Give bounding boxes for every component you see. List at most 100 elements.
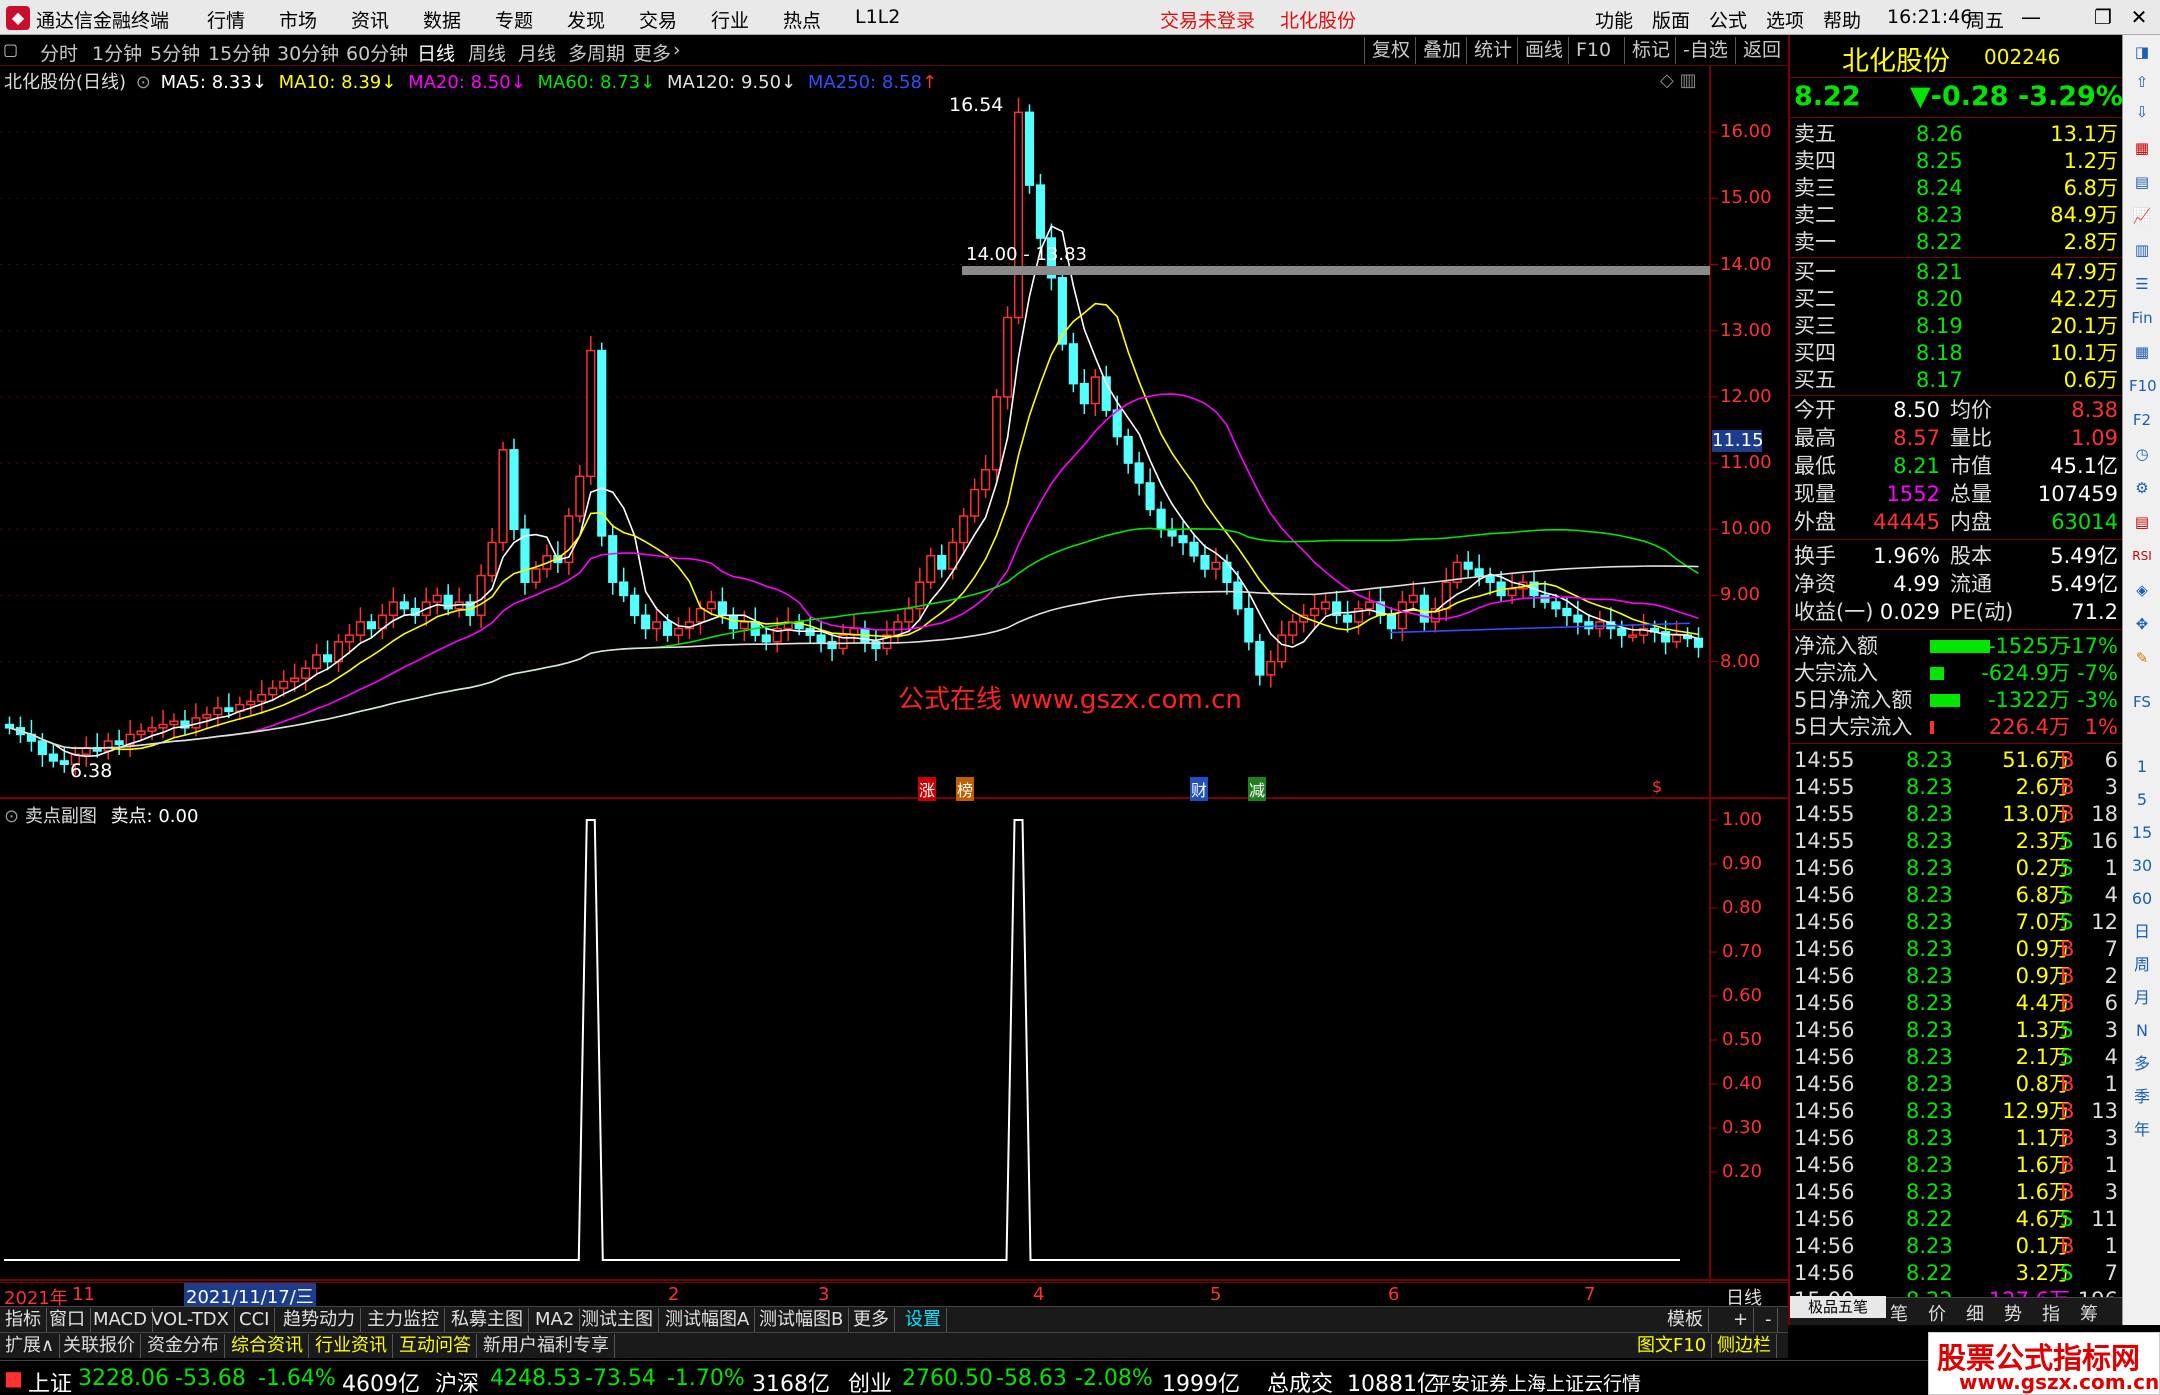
indicator-tab-1[interactable]: 窗口 xyxy=(44,1308,91,1332)
table-icon[interactable]: ▤ xyxy=(2129,169,2155,195)
event-减[interactable]: 减 xyxy=(1248,777,1267,801)
period-icon-年[interactable]: 年 xyxy=(2127,1116,2157,1144)
f2-icon[interactable]: F2 xyxy=(2129,407,2155,433)
period-分时[interactable]: 分时 xyxy=(40,39,78,66)
bid-row[interactable]: 买五 8.17 0.6万 xyxy=(1792,367,2122,394)
period-icon-15[interactable]: 15 xyxy=(2127,819,2157,847)
expand-icon[interactable]: ◨ xyxy=(2129,39,2155,65)
indicator-tab-5[interactable]: 趋势动力 xyxy=(278,1308,361,1332)
period-icon-1[interactable]: 1 xyxy=(2127,753,2157,781)
period-15min[interactable]: 15分钟 xyxy=(208,39,270,66)
hs-label[interactable]: 沪深 xyxy=(435,1366,479,1395)
period-60min[interactable]: 60分钟 xyxy=(346,39,408,66)
menu-版面[interactable]: 版面 xyxy=(1652,6,1690,33)
menu-交易[interactable]: 交易 xyxy=(639,6,677,33)
info-tab-3[interactable]: 综合资讯 xyxy=(226,1334,309,1358)
indicator-tab-13[interactable]: 设置 xyxy=(900,1308,947,1332)
info-tab-0[interactable]: 扩展∧ xyxy=(0,1334,61,1358)
info-tab-2[interactable]: 资金分布 xyxy=(142,1334,225,1358)
up-arrow-icon[interactable]: ⇧ xyxy=(2129,69,2155,95)
panel-tab[interactable]: 指 xyxy=(2042,1300,2060,1326)
trade-login-status[interactable]: 交易未登录 xyxy=(1160,6,1255,33)
period-icon-周[interactable]: 周 xyxy=(2127,951,2157,979)
btn-f10[interactable]: F10 xyxy=(1568,37,1618,64)
period-icon-30[interactable]: 30 xyxy=(2127,852,2157,880)
bid-row[interactable]: 买三 8.19 20.1万 xyxy=(1792,313,2122,340)
fs-icon[interactable]: FS xyxy=(2129,689,2155,715)
rsi-icon[interactable]: RSI xyxy=(2129,543,2155,569)
period-multi[interactable]: 多周期 xyxy=(568,39,625,66)
menu-功能[interactable]: 功能 xyxy=(1595,6,1633,33)
menu-选项[interactable]: 选项 xyxy=(1766,6,1804,33)
panel-tab[interactable]: 细 xyxy=(1966,1300,1984,1326)
clock-icon[interactable]: ◷ xyxy=(2129,441,2155,467)
bid-row[interactable]: 买四 8.18 10.1万 xyxy=(1792,340,2122,367)
menu-专题[interactable]: 专题 xyxy=(495,6,533,33)
bid-row[interactable]: 买二 8.20 42.2万 xyxy=(1792,286,2122,313)
range-band[interactable] xyxy=(962,266,1710,275)
indicator-tab-8[interactable]: MA2 xyxy=(530,1308,581,1332)
menu-l1l2[interactable]: L1L2 xyxy=(855,6,900,28)
btn-叠加[interactable]: 叠加 xyxy=(1415,37,1468,64)
period-icon-季[interactable]: 季 xyxy=(2127,1083,2157,1111)
indicator-tab-12[interactable]: 更多 xyxy=(848,1308,895,1332)
period-icon-N[interactable]: N xyxy=(2127,1017,2157,1045)
ask-row[interactable]: 卖三 8.24 6.8万 xyxy=(1792,175,2122,202)
menu-资讯[interactable]: 资讯 xyxy=(351,6,389,33)
ask-row[interactable]: 卖二 8.23 84.9万 xyxy=(1792,202,2122,229)
minimize-icon[interactable]: — xyxy=(2016,4,2046,30)
info-right-tab-0[interactable]: 图文F10 xyxy=(1632,1334,1713,1358)
line-chart-icon[interactable]: 📈 xyxy=(2129,203,2155,229)
main-kline-chart[interactable]: 北化股份(日线) ⊙ MA5: 8.33↓ MA10: 8.39↓ MA20: … xyxy=(0,66,1788,801)
indicator-tab-4[interactable]: CCI xyxy=(234,1308,276,1332)
menu-公式[interactable]: 公式 xyxy=(1709,6,1747,33)
more-chevron-icon[interactable]: › xyxy=(673,39,681,61)
menu-发现[interactable]: 发现 xyxy=(567,6,605,33)
chart-settings-icon[interactable]: ◇ ▥ xyxy=(1660,70,1697,91)
pen-icon[interactable]: ✎ xyxy=(2129,645,2155,671)
menu-行情[interactable]: 行情 xyxy=(207,6,245,33)
chart-icon[interactable]: ▦ xyxy=(2129,135,2155,161)
event-涨[interactable]: 涨 xyxy=(918,777,937,801)
fin-icon[interactable]: Fin xyxy=(2129,305,2155,331)
period-icon-月[interactable]: 月 xyxy=(2127,984,2157,1012)
panel-tab[interactable]: 笔 xyxy=(1890,1300,1908,1326)
move-icon[interactable]: ✥ xyxy=(2129,611,2155,637)
template-tab-2[interactable]: - xyxy=(1760,1308,1778,1332)
btn-标记[interactable]: 标记 xyxy=(1624,37,1677,64)
indicator-tab-10[interactable]: 测试幅图A xyxy=(660,1308,756,1332)
btn-统计[interactable]: 统计 xyxy=(1466,37,1519,64)
subchart-toggle-icon[interactable]: ⊙ xyxy=(4,806,19,827)
template-tab-1[interactable]: + xyxy=(1728,1308,1755,1332)
period-1min[interactable]: 1分钟 xyxy=(92,39,142,66)
period-monthly[interactable]: 月线 xyxy=(518,39,556,66)
ask-row[interactable]: 卖一 8.22 2.8万 xyxy=(1792,229,2122,256)
indicator-tab-6[interactable]: 主力监控 xyxy=(362,1308,445,1332)
indicator-tab-7[interactable]: 私募主图 xyxy=(446,1308,529,1332)
period-more[interactable]: 更多 xyxy=(633,39,671,66)
gear-icon[interactable]: ⚙ xyxy=(2129,475,2155,501)
btn-画线[interactable]: 画线 xyxy=(1517,37,1570,64)
info-tab-6[interactable]: 新用户福利专享 xyxy=(478,1334,615,1358)
list-icon[interactable]: ☰ xyxy=(2129,271,2155,297)
kline-icon[interactable]: ▥ xyxy=(2129,237,2155,263)
panel-tab[interactable]: 筹 xyxy=(2080,1300,2098,1326)
cy-label[interactable]: 创业 xyxy=(848,1366,892,1395)
event-榜[interactable]: 榜 xyxy=(956,777,975,801)
period-weekly[interactable]: 周线 xyxy=(468,39,506,66)
menu-行业[interactable]: 行业 xyxy=(711,6,749,33)
five-file-tab[interactable]: 极品五笔 xyxy=(1790,1296,1886,1318)
indicator-tab-2[interactable]: MACD xyxy=(88,1308,153,1332)
menu-数据[interactable]: 数据 xyxy=(423,6,461,33)
panel-tab[interactable]: 势 xyxy=(2004,1300,2022,1326)
btn-复权[interactable]: 复权 xyxy=(1364,37,1417,64)
info-right-tab-1[interactable]: 侧边栏 xyxy=(1712,1334,1777,1358)
menu-市场[interactable]: 市场 xyxy=(279,6,317,33)
period-icon-日[interactable]: 日 xyxy=(2127,918,2157,946)
ask-row[interactable]: 卖四 8.25 1.2万 xyxy=(1792,148,2122,175)
event-dollar[interactable]: $ xyxy=(1652,777,1662,796)
info-tab-4[interactable]: 行业资讯 xyxy=(310,1334,393,1358)
info-tab-5[interactable]: 互动问答 xyxy=(394,1334,477,1358)
restore-icon[interactable]: ❐ xyxy=(2088,4,2118,30)
bid-row[interactable]: 买一 8.21 47.9万 xyxy=(1792,259,2122,286)
